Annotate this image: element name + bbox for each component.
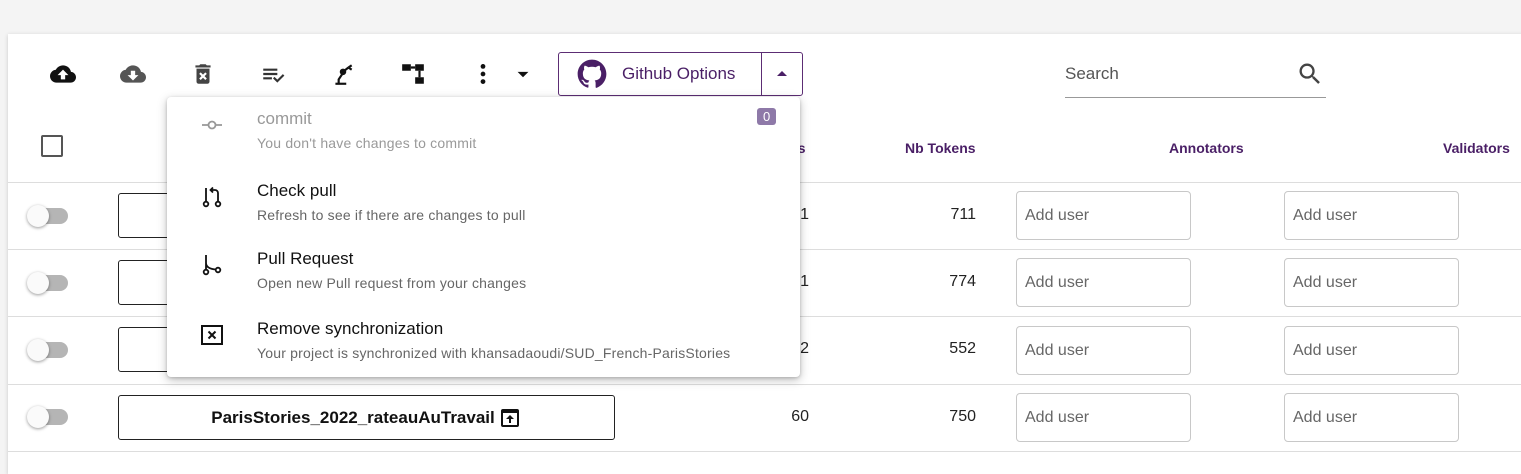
annotators-input[interactable] [1016,191,1191,240]
more-vertical-icon[interactable] [467,58,499,90]
menu-item-subtitle: Your project is synchronized with khansa… [257,345,731,361]
changes-count-badge: 0 [757,108,777,125]
validators-input[interactable] [1284,326,1459,375]
robot-arm-icon[interactable] [327,58,359,90]
annotators-input[interactable] [1016,258,1191,307]
open-in-new-icon [500,408,519,427]
search-box [1065,58,1326,98]
dropdown-arrow-icon[interactable] [507,58,539,90]
col-tokens-header[interactable]: Nb Tokens [905,140,976,156]
checklist-icon[interactable] [257,58,289,90]
search-icon[interactable] [1296,60,1324,88]
github-options-label: Github Options [622,64,736,83]
sample-name-button[interactable]: ParisStories_2022_rateauAuTravail [118,395,615,440]
sentences-count: 60 [791,408,809,425]
divider [8,451,1521,452]
select-all-checkbox[interactable] [41,135,63,157]
menu-item-commit[interactable]: commit You don't have changes to commit … [167,97,800,163]
github-options-group: Github Options [558,52,803,96]
validators-input[interactable] [1284,393,1459,442]
close-box-icon [201,325,223,345]
menu-item-title: commit [257,109,312,128]
tree-structure-icon[interactable] [397,58,429,90]
row-toggle[interactable] [27,406,68,428]
tokens-count: 711 [950,206,976,223]
tokens-count: 774 [949,273,976,290]
github-options-toggle[interactable] [761,53,802,95]
menu-item-title: Remove synchronization [257,319,444,338]
upload-cloud-icon[interactable] [47,58,79,90]
annotators-input[interactable] [1016,326,1191,375]
row-toggle[interactable] [27,272,68,294]
validators-input[interactable] [1284,191,1459,240]
menu-item-remove-synchronization[interactable]: Remove synchronization Your project is s… [167,307,800,373]
tokens-count: 552 [949,340,976,357]
search-input[interactable] [1065,58,1285,90]
pull-request-icon [202,255,222,276]
menu-item-title: Pull Request [257,249,354,268]
annotators-input[interactable] [1016,393,1191,442]
delete-icon[interactable] [187,58,219,90]
arrow-up-icon [777,71,787,76]
divider [8,384,1521,385]
download-cloud-icon[interactable] [117,58,149,90]
github-options-menu: commit You don't have changes to commit … [167,97,800,377]
menu-item-check-pull[interactable]: Check pull Refresh to see if there are c… [167,169,800,235]
github-icon [577,59,607,88]
menu-item-subtitle: You don't have changes to commit [257,135,477,151]
validators-input[interactable] [1284,258,1459,307]
row-toggle[interactable] [27,339,68,361]
col-validators-header[interactable]: Validators [1443,140,1510,156]
menu-item-subtitle: Refresh to see if there are changes to p… [257,207,526,223]
menu-item-title: Check pull [257,181,337,200]
pull-icon [202,186,222,208]
menu-item-pull-request[interactable]: Pull Request Open new Pull request from … [167,237,800,303]
commit-icon [202,120,222,130]
github-options-button[interactable]: Github Options [559,53,761,95]
col-annotators-header[interactable]: Annotators [1169,140,1244,156]
sample-name: ParisStories_2022_rateauAuTravail [211,407,495,427]
row-toggle[interactable] [27,205,68,227]
menu-item-subtitle: Open new Pull request from your changes [257,275,527,291]
tokens-count: 750 [949,408,976,425]
